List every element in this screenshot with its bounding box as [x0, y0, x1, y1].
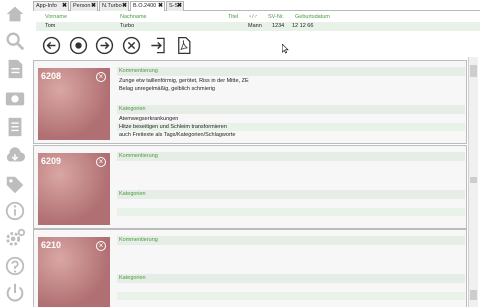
category-item[interactable]: Atemwegserkrankungen — [117, 115, 465, 123]
cancel-icon[interactable] — [122, 36, 141, 55]
value-nachname: Turbo — [120, 23, 135, 29]
mouse-cursor-icon — [282, 44, 289, 54]
image-id: 6210 — [41, 240, 62, 250]
image-card: 6209 × Kommentierung Kategorien — [33, 145, 467, 229]
tab-person[interactable]: Person ✖ — [70, 1, 98, 11]
close-icon[interactable]: × — [96, 72, 106, 82]
value-vorname: Tom — [45, 23, 56, 29]
category-item[interactable]: auch Freitexte als Tags/Kategorien/Schla… — [117, 131, 465, 139]
header-gender[interactable]: ♀/♂ — [248, 14, 258, 20]
kommentierung-label: Kommentierung — [117, 152, 465, 161]
comment-line[interactable]: Zunge etw taillenförmig, gerötet, Riss i… — [117, 77, 465, 85]
close-icon[interactable]: × — [96, 157, 106, 167]
comment-line[interactable]: Belag unregelmäßig, gelblich schmierig — [117, 85, 465, 93]
scroll-thumb[interactable] — [470, 290, 477, 300]
home-icon[interactable] — [4, 3, 26, 25]
category-field[interactable] — [117, 208, 465, 216]
close-icon[interactable]: ✖ — [62, 2, 67, 11]
help-icon[interactable] — [4, 255, 26, 277]
info-icon[interactable] — [4, 200, 26, 222]
header-titel[interactable]: Titel — [228, 14, 238, 20]
forward-icon[interactable] — [95, 36, 114, 55]
record-icon[interactable] — [69, 36, 88, 55]
back-icon[interactable] — [42, 36, 61, 55]
toolbar — [33, 35, 480, 56]
header-nachname[interactable]: Nachname — [120, 14, 147, 20]
image-card: 6210 × Kommentierung Kategorien — [33, 229, 467, 307]
kommentierung-label: Kommentierung — [117, 67, 465, 76]
header-sv-nr[interactable]: SV-Nr. — [268, 14, 284, 20]
value-sv-nr: 1234 — [272, 23, 285, 29]
kategorien-label: Kategorien — [117, 190, 465, 199]
export-icon[interactable] — [149, 36, 168, 55]
tab-label: App-Info — [36, 3, 57, 9]
kommentierung-label: Kommentierung — [117, 236, 465, 245]
settings-icon[interactable] — [4, 227, 26, 249]
close-icon[interactable]: ✖ — [158, 2, 163, 11]
tab-label: B.O.2400 — [133, 3, 157, 9]
tags-icon[interactable] — [4, 174, 26, 196]
image-card: 6208 × Kommentierung Zunge etw taillenfö… — [33, 60, 467, 144]
tab-n-turbo[interactable]: N.Turbo ✖ — [99, 1, 129, 11]
category-field[interactable] — [117, 292, 465, 300]
tongue-image[interactable]: 6210 × — [38, 237, 110, 307]
scroll-thumb[interactable] — [470, 65, 477, 77]
image-id: 6208 — [41, 71, 62, 81]
header-vorname[interactable]: Vorname — [45, 14, 67, 20]
table-row[interactable]: Tom Turbo Mann 1234 12 12 66 — [36, 22, 480, 31]
image-list[interactable]: 6208 × Kommentierung Zunge etw taillenfö… — [33, 57, 467, 307]
close-icon[interactable]: ✖ — [177, 2, 182, 11]
category-item[interactable]: Hitze beseitigen und Schleim transformie… — [117, 123, 465, 131]
header-geburtsdatum[interactable]: Geburtsdatum — [295, 14, 330, 20]
value-gender: Mann — [248, 23, 262, 29]
close-icon[interactable]: ✖ — [91, 2, 96, 11]
scrollbar[interactable] — [468, 57, 478, 307]
kategorien-label: Kategorien — [117, 105, 465, 114]
value-geburtsdatum: 12 12 66 — [292, 23, 314, 29]
comment-field[interactable] — [117, 162, 465, 170]
tab-label: Person — [73, 3, 91, 9]
scroll-thumb[interactable] — [470, 177, 477, 183]
pdf-icon[interactable] — [174, 36, 193, 55]
image-id: 6209 — [41, 156, 62, 166]
sidebar — [0, 0, 30, 307]
search-icon[interactable] — [4, 30, 26, 52]
close-icon[interactable]: ✖ — [122, 2, 127, 11]
document-icon[interactable] — [4, 58, 26, 80]
tab-app-info[interactable]: App-Info ✖ — [33, 1, 69, 11]
tab-bo-2400[interactable]: B.O.2400 ✖ — [130, 1, 165, 11]
cloud-download-icon[interactable] — [4, 145, 26, 167]
camera-icon[interactable] — [4, 87, 26, 109]
tab-label: N.Turbo — [102, 3, 122, 9]
tongue-image[interactable]: 6209 × — [38, 153, 110, 225]
comment-field[interactable] — [117, 246, 465, 254]
kategorien-label: Kategorien — [117, 274, 465, 283]
tab-s-s[interactable]: S-S ✖ — [166, 1, 184, 11]
person-grid: Vorname Nachname Titel ♀/♂ SV-Nr. Geburt… — [33, 12, 480, 33]
tongue-image[interactable]: 6208 × — [38, 68, 110, 140]
power-icon[interactable] — [4, 282, 26, 304]
tab-bar: App-Info ✖ Person ✖ N.Turbo ✖ B.O.2400 ✖… — [33, 0, 480, 11]
report-icon[interactable] — [4, 116, 26, 138]
close-icon[interactable]: × — [96, 241, 106, 251]
